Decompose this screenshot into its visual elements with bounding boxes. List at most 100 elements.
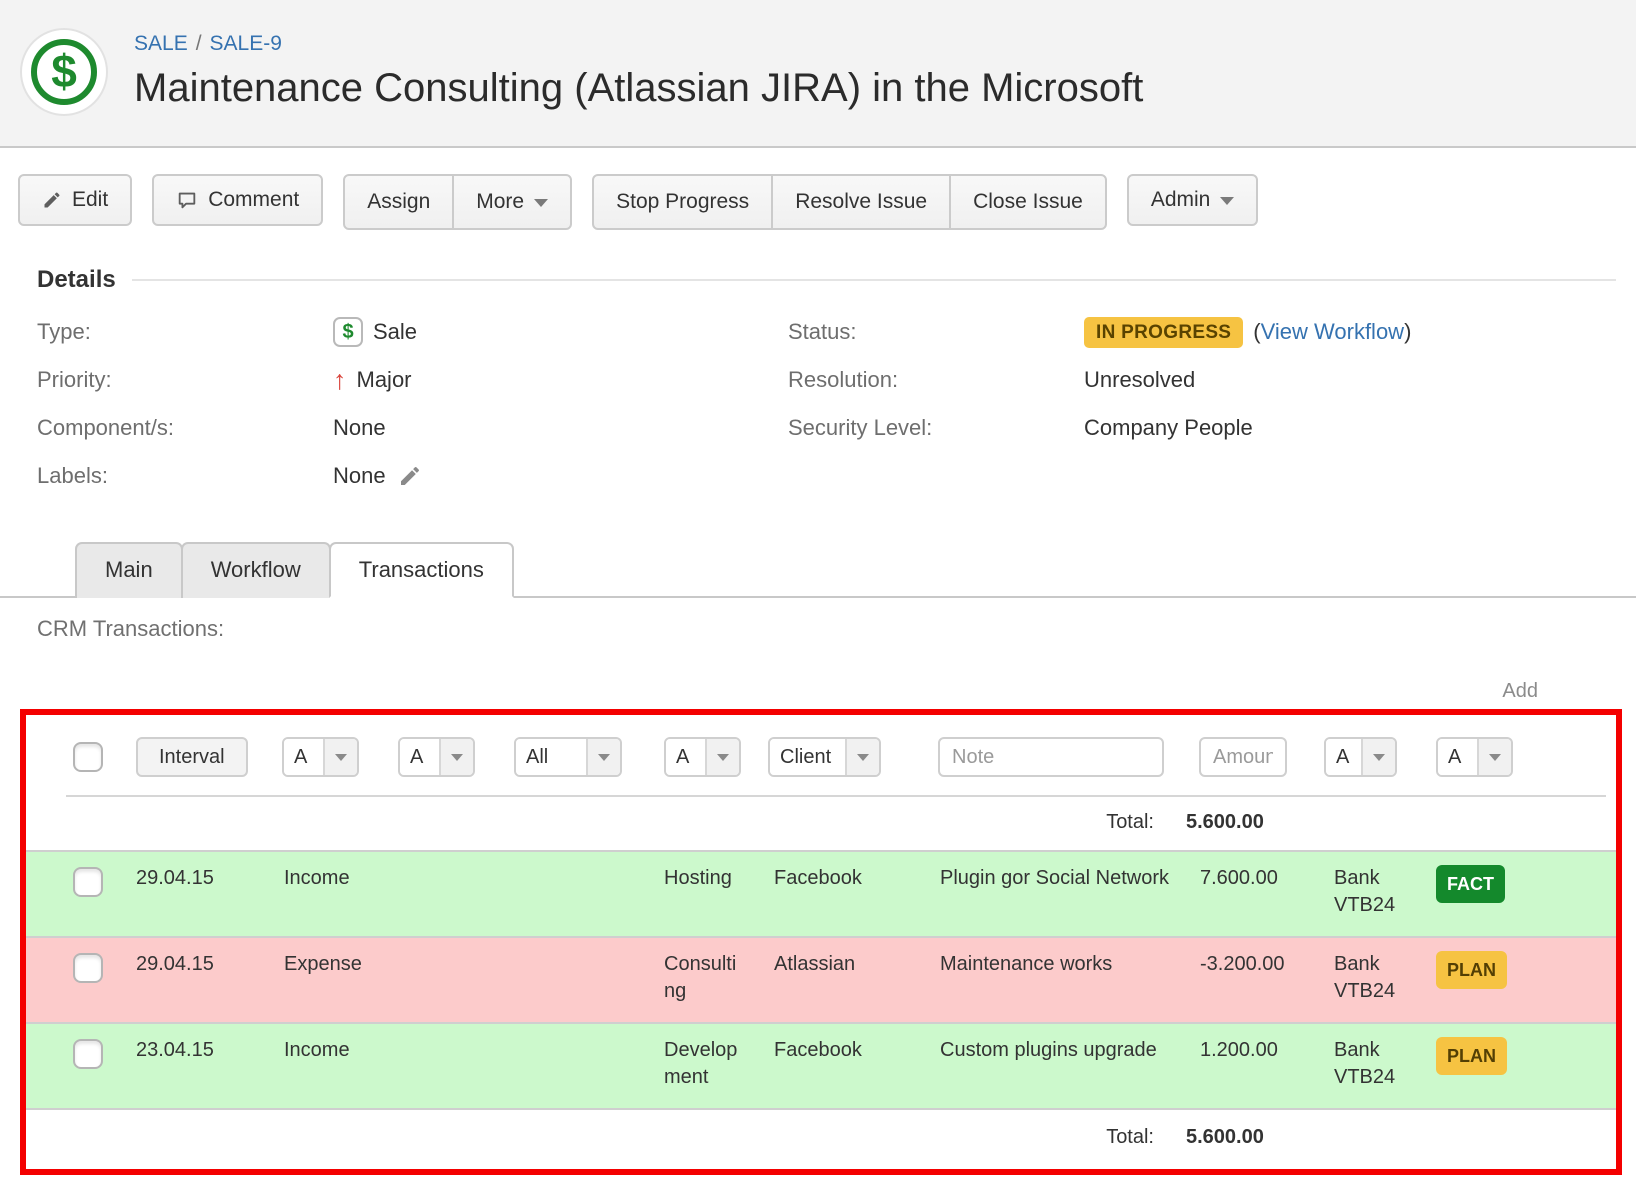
- account-filter-select[interactable]: A: [398, 737, 475, 777]
- assign-button[interactable]: Assign: [345, 176, 452, 228]
- field-status: Status: IN PROGRESS (View Workflow): [788, 316, 1636, 348]
- security-level-value: Company People: [1084, 415, 1253, 441]
- status-badge: IN PROGRESS: [1084, 317, 1243, 348]
- amount-filter-input[interactable]: [1199, 737, 1287, 777]
- issue-toolbar: Edit Comment Assign More Stop Progress R…: [18, 174, 1636, 230]
- txn-state-badge: PLAN: [1436, 951, 1507, 989]
- txn-type: Expense: [282, 951, 398, 978]
- view-workflow-link[interactable]: View Workflow: [1261, 319, 1404, 344]
- sale-type-icon: $: [333, 317, 363, 347]
- page-title: Maintenance Consulting (Atlassian JIRA) …: [134, 66, 1143, 111]
- total-value: 5.600.00: [1178, 811, 1310, 834]
- edit-labels-pencil-icon[interactable]: [398, 464, 422, 488]
- transaction-row: 29.04.15 Expense Consulting Atlassian Ma…: [26, 936, 1616, 1022]
- txn-amount: 1.200.00: [1192, 1037, 1324, 1064]
- txn-note: Maintenance works: [934, 951, 1192, 978]
- total-label: Total:: [920, 811, 1178, 834]
- total-row-top: Total: 5.600.00: [26, 797, 1616, 850]
- labels-value: None: [333, 463, 386, 489]
- crm-transactions-label: CRM Transactions:: [37, 616, 1636, 642]
- chevron-down-icon: [586, 739, 620, 775]
- chevron-down-icon: [534, 199, 548, 207]
- issue-tabbar: Main Workflow Transactions: [0, 542, 1636, 598]
- tab-transactions[interactable]: Transactions: [329, 542, 514, 598]
- txn-date: 23.04.15: [136, 1037, 282, 1064]
- txn-category: Hosting: [664, 865, 744, 892]
- admin-button[interactable]: Admin: [1127, 174, 1259, 226]
- txn-date: 29.04.15: [136, 951, 282, 978]
- total-value: 5.600.00: [1178, 1126, 1310, 1149]
- pencil-icon: [42, 190, 62, 210]
- bank-filter-select[interactable]: A: [1324, 737, 1397, 777]
- field-priority: Priority: ↑ Major: [37, 364, 788, 396]
- note-filter-input[interactable]: [938, 737, 1164, 777]
- resolution-value: Unresolved: [1084, 367, 1195, 393]
- resolve-issue-button[interactable]: Resolve Issue: [771, 176, 949, 228]
- components-value: None: [333, 415, 386, 441]
- details-left-column: Type: $ Sale Priority: ↑ Major Component…: [37, 316, 788, 492]
- transaction-row: 23.04.15 Income Development Facebook Cus…: [26, 1022, 1616, 1108]
- txn-category: Development: [664, 1037, 744, 1091]
- row-checkbox[interactable]: [73, 867, 103, 897]
- workflow-buttons-group: Stop Progress Resolve Issue Close Issue: [592, 174, 1107, 230]
- type-value: Sale: [373, 319, 417, 345]
- category-filter-select[interactable]: A: [664, 737, 741, 777]
- txn-amount: -3.200.00: [1192, 951, 1324, 978]
- breadcrumb-project-link[interactable]: SALE: [134, 32, 188, 55]
- assign-more-group: Assign More: [343, 174, 572, 230]
- comment-button[interactable]: Comment: [152, 174, 323, 226]
- field-components: Component/s: None: [37, 412, 788, 444]
- chevron-down-icon: [439, 739, 473, 775]
- client-filter-select[interactable]: Client: [768, 737, 881, 777]
- interval-filter-button[interactable]: Interval: [136, 737, 248, 777]
- txn-bank: Bank VTB24: [1324, 951, 1436, 1005]
- row-checkbox[interactable]: [73, 1039, 103, 1069]
- row-checkbox[interactable]: [73, 953, 103, 983]
- chevron-down-icon: [1477, 739, 1511, 775]
- chevron-down-icon: [845, 739, 879, 775]
- stop-progress-button[interactable]: Stop Progress: [594, 176, 771, 228]
- transactions-filter-row: Interval A A All A Client A A: [26, 715, 1616, 795]
- txn-type: Income: [282, 1037, 398, 1064]
- txn-date: 29.04.15: [136, 865, 282, 892]
- txn-client: Atlassian: [768, 951, 934, 978]
- txn-category: Consulting: [664, 951, 744, 1005]
- breadcrumb: SALE/SALE-9: [134, 32, 1143, 56]
- type-filter-select[interactable]: A: [282, 737, 359, 777]
- issue-type-avatar: $: [20, 28, 108, 116]
- all-filter-select[interactable]: All: [514, 737, 622, 777]
- state-filter-select[interactable]: A: [1436, 737, 1513, 777]
- select-all-checkbox[interactable]: [73, 742, 103, 772]
- chevron-down-icon: [1220, 197, 1234, 205]
- field-security-level: Security Level: Company People: [788, 412, 1636, 444]
- transaction-row: 29.04.15 Income Hosting Facebook Plugin …: [26, 850, 1616, 936]
- edit-button[interactable]: Edit: [18, 174, 132, 226]
- priority-value: Major: [357, 367, 412, 393]
- breadcrumb-issue-link[interactable]: SALE-9: [210, 32, 282, 55]
- details-rule: [132, 279, 1616, 281]
- txn-state-badge: PLAN: [1436, 1037, 1507, 1075]
- comment-bubble-icon: [176, 189, 198, 211]
- txn-type: Income: [282, 865, 398, 892]
- total-label: Total:: [920, 1126, 1178, 1149]
- dollar-icon: $: [31, 39, 97, 105]
- txn-bank: Bank VTB24: [1324, 1037, 1436, 1091]
- tab-main[interactable]: Main: [75, 542, 183, 598]
- field-resolution: Resolution: Unresolved: [788, 364, 1636, 396]
- details-title: Details: [37, 266, 116, 294]
- close-issue-button[interactable]: Close Issue: [949, 176, 1105, 228]
- chevron-down-icon: [323, 739, 357, 775]
- field-type: Type: $ Sale: [37, 316, 788, 348]
- details-right-column: Status: IN PROGRESS (View Workflow) Reso…: [788, 316, 1636, 492]
- tab-workflow[interactable]: Workflow: [181, 542, 331, 598]
- txn-client: Facebook: [768, 1037, 934, 1064]
- txn-state-badge: FACT: [1436, 865, 1505, 903]
- crm-transactions-table: Interval A A All A Client A A Total: 5.6…: [20, 709, 1622, 1175]
- txn-bank: Bank VTB24: [1324, 865, 1436, 919]
- more-button[interactable]: More: [452, 176, 570, 228]
- field-labels: Labels: None: [37, 460, 788, 492]
- issue-header: $ SALE/SALE-9 Maintenance Consulting (At…: [0, 0, 1636, 148]
- priority-up-arrow-icon: ↑: [333, 367, 347, 394]
- add-transaction-link[interactable]: Add: [1502, 680, 1538, 702]
- txn-amount: 7.600.00: [1192, 865, 1324, 892]
